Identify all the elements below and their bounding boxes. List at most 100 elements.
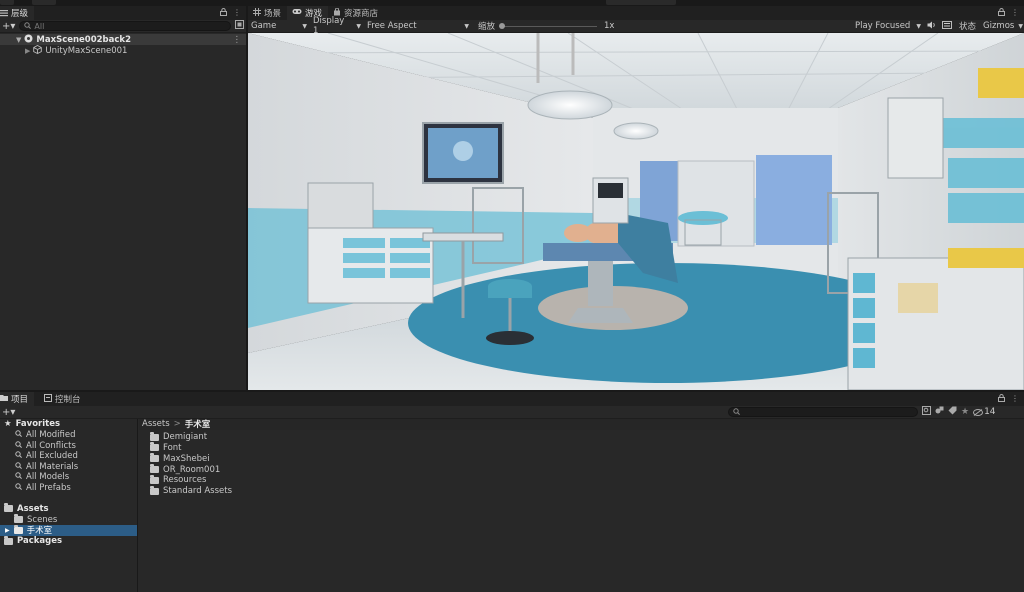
breadcrumb-root[interactable]: Assets <box>142 419 170 429</box>
more-icon[interactable]: ⋮ <box>233 8 241 18</box>
keyboard-icon[interactable] <box>939 20 955 32</box>
scene-more-icon[interactable]: ⋮ <box>233 35 242 45</box>
tree-item-scene[interactable]: ▼ MaxScene002back2 ⋮ <box>0 34 246 45</box>
packages-label: Packages <box>17 536 63 547</box>
favorite-label: All Models <box>26 472 70 483</box>
search-icon <box>733 407 740 417</box>
chevron-down-icon: ▼ <box>302 22 307 30</box>
breadcrumb-current[interactable]: 手术室 <box>185 418 211 430</box>
collapse-arrow-icon[interactable]: ▶ <box>25 47 30 55</box>
hierarchy-toolbar: +▾ All <box>0 20 246 33</box>
top-strip-block <box>606 0 676 5</box>
folder-label: MaxShebei <box>163 453 210 464</box>
game-viewport[interactable] <box>248 33 1024 390</box>
lock-icon[interactable] <box>220 8 227 18</box>
folder-label: Standard Assets <box>163 486 233 497</box>
favorite-item[interactable]: All Models <box>0 472 137 483</box>
favorite-item[interactable]: All Prefabs <box>0 483 137 494</box>
favorite-item[interactable]: All Materials <box>0 462 137 473</box>
console-icon <box>44 393 53 405</box>
search-filter-icon[interactable] <box>922 406 931 418</box>
stats-button[interactable]: 状态 <box>955 20 980 32</box>
asset-tree-label: Scenes <box>27 514 58 525</box>
favorite-star-icon[interactable]: ★ <box>961 407 969 417</box>
aspect-dropdown[interactable]: Free Aspect ▼ <box>364 20 472 33</box>
folder-icon <box>4 535 13 545</box>
scale-label: 缩放 <box>478 22 496 32</box>
lock-icon[interactable] <box>998 8 1005 18</box>
label-filter-icon[interactable] <box>948 406 957 418</box>
search-icon <box>15 430 22 440</box>
hierarchy-panel: 层级 ⋮ +▾ All ▼ MaxScene002back2 ⋮ ▶ Unity… <box>0 6 247 390</box>
tab-scene[interactable]: 场景 <box>248 6 288 20</box>
more-icon[interactable]: ⋮ <box>1011 8 1019 18</box>
scale-slider[interactable] <box>499 22 598 30</box>
folder-item[interactable]: MaxShebei <box>139 453 1024 464</box>
game-toolbar: Game ▼ Display 1 ▼ Free Aspect ▼ 缩放 1x P… <box>248 16 1024 36</box>
folder-label: OR_Room001 <box>163 464 221 475</box>
tab-hierarchy[interactable]: 层级 <box>0 6 35 20</box>
folder-icon <box>13 524 23 534</box>
favorite-item[interactable]: All Modified <box>0 430 137 441</box>
tab-project-label: 项目 <box>11 395 29 405</box>
asset-tree-item-operating-room[interactable]: ▶ 手术室 <box>0 524 137 536</box>
folder-icon <box>150 485 159 495</box>
more-icon[interactable]: ⋮ <box>1011 394 1019 404</box>
hidden-packages-toggle[interactable]: 14 <box>973 407 996 417</box>
expand-arrow-icon[interactable]: ▼ <box>16 36 21 44</box>
project-tree: ★ Favorites All Modified All Conflicts A… <box>0 419 138 592</box>
tab-console-label: 控制台 <box>55 395 81 405</box>
tree-item-child[interactable]: ▶ UnityMaxScene001 <box>0 44 246 57</box>
favorite-label: All Excluded <box>26 451 78 462</box>
cube-icon <box>33 44 43 57</box>
folder-open-icon <box>4 503 13 513</box>
favorite-item[interactable]: All Conflicts <box>0 440 137 451</box>
search-icon <box>15 440 22 451</box>
display-dropdown[interactable]: Display 1 ▼ <box>310 16 364 36</box>
hidden-count: 14 <box>984 407 996 417</box>
scale-slider-handle[interactable] <box>499 23 506 29</box>
chevron-down-icon: ▼ <box>916 22 921 30</box>
folder-label: Font <box>163 442 182 453</box>
audio-icon[interactable] <box>924 21 939 32</box>
add-icon[interactable]: +▾ <box>2 21 15 32</box>
folder-item[interactable]: Resources <box>139 474 1024 486</box>
game-tab-tools: ⋮ <box>998 8 1024 18</box>
folder-label: Resources <box>163 475 207 486</box>
project-search-input[interactable] <box>728 407 918 417</box>
hierarchy-search-input[interactable]: All <box>19 21 231 31</box>
project-tabbar: 项目 控制台 ⋮ <box>0 392 1024 406</box>
favorite-item[interactable]: All Excluded <box>0 451 137 462</box>
grid-icon <box>253 7 261 19</box>
packages-header[interactable]: Packages <box>0 535 137 547</box>
play-mode-dropdown[interactable]: Play Focused ▼ <box>852 20 924 33</box>
folder-icon <box>150 464 159 474</box>
project-toolbar: +▾ ★ 14 <box>0 406 1024 419</box>
star-icon: ★ <box>4 419 12 430</box>
options-icon[interactable] <box>235 20 244 32</box>
collapse-arrow-icon[interactable]: ▶ <box>5 527 10 534</box>
add-icon[interactable]: +▾ <box>2 407 724 418</box>
folder-item[interactable]: Standard Assets <box>139 485 1024 497</box>
gizmos-dropdown[interactable]: Gizmos ▼ <box>980 20 1024 33</box>
tab-project[interactable]: 项目 <box>0 392 35 406</box>
type-filter-icon[interactable] <box>935 406 944 418</box>
folder-item[interactable]: OR_Room001 <box>139 464 1024 475</box>
folder-label: Demigiant <box>163 432 208 443</box>
scene-name: MaxScene002back2 <box>36 34 131 45</box>
unity-scene-icon <box>24 34 33 46</box>
assets-header[interactable]: Assets <box>0 503 137 514</box>
folder-item[interactable]: Font <box>139 442 1024 454</box>
operating-room-render <box>248 33 1024 390</box>
lock-icon[interactable] <box>998 394 1005 404</box>
tab-console[interactable]: 控制台 <box>34 392 87 406</box>
breadcrumb-separator: > <box>173 419 181 430</box>
display-mode-dropdown[interactable]: Game ▼ <box>248 20 310 33</box>
project-tab-tools: ⋮ <box>998 394 1024 404</box>
scale-value: 1x <box>604 21 615 31</box>
favorites-header[interactable]: ★ Favorites <box>0 419 137 430</box>
asset-tree-item-scenes[interactable]: Scenes <box>0 514 137 525</box>
folder-item[interactable]: Demigiant <box>139 431 1024 443</box>
tab-hierarchy-label: 层级 <box>11 9 29 19</box>
folder-icon <box>150 442 159 452</box>
